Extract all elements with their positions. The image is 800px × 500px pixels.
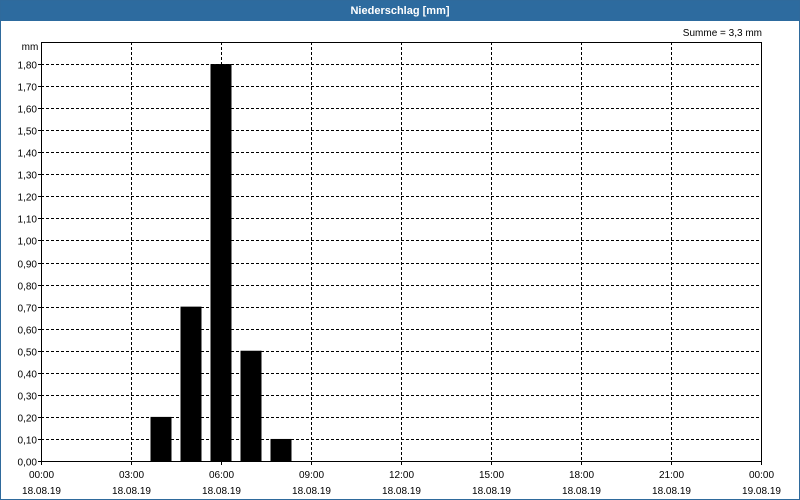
bar [210,64,232,461]
x-tick-date-label: 18.08.19 [472,486,511,497]
x-tick-date-label: 18.08.19 [562,486,601,497]
x-tick-time-label: 12:00 [389,470,414,481]
bar [150,416,172,461]
sum-label: Summe = 3,3 mm [683,28,762,39]
y-tick-label: 1,70 [18,83,38,94]
x-tick-date-label: 18.08.19 [382,486,421,497]
x-tick-time-label: 03:00 [119,470,144,481]
y-tick-label: 1,30 [18,171,38,182]
y-tick-label: 1,00 [18,237,38,248]
y-tick-label: 0,20 [18,414,38,425]
bars [150,64,292,461]
y-tick-label: 0,30 [18,392,38,403]
x-tick-time-label: 00:00 [29,470,54,481]
bar [180,306,202,461]
y-tick-labels: 0,00 0,10 0,20 0,30 0,40 0,50 0,60 0,70 0,80 0,90… [18,61,38,469]
x-tick-date-label: 18.08.19 [292,486,331,497]
x-tick-time-label: 15:00 [479,470,504,481]
y-tick-label: 0,80 [18,282,38,293]
x-tick-time-label: 06:00 [209,470,234,481]
y-tick-label: 0,70 [18,304,38,315]
y-tick-label: 1,10 [18,215,38,226]
x-tick-date-label: 18.08.19 [112,486,151,497]
y-tick-label: 0,40 [18,370,38,381]
x-tick-date-label: 18.08.19 [22,486,61,497]
bar [270,438,292,461]
x-tick-date-label: 18.08.19 [202,486,241,497]
y-axis-unit-label: mm [22,42,39,53]
y-tick-label: 1,20 [18,193,38,204]
axes [38,42,762,465]
bar [240,350,262,461]
y-tick-label: 1,40 [18,149,38,160]
x-tick-time-label: 21:00 [659,470,684,481]
y-tick-label: 0,10 [18,436,38,447]
y-tick-label: 1,60 [18,105,38,116]
y-tick-label: 0,50 [18,348,38,359]
grid [41,42,761,461]
x-tick-time-label: 00:00 [749,470,774,481]
y-tick-label: 0,90 [18,260,38,271]
x-tick-date-label: 19.08.19 [742,486,781,497]
x-tick-time-label: 18:00 [569,470,594,481]
x-tick-date-label: 18.08.19 [652,486,691,497]
x-tick-labels: 00:00 18.08.19 03:00 18.08.19 06:00 18.08.19 0… [22,470,781,497]
x-tick-time-label: 09:00 [299,470,324,481]
y-tick-label: 0,00 [18,458,38,469]
y-tick-label: 0,60 [18,326,38,337]
y-tick-label: 1,50 [18,127,38,138]
precipitation-chart: 0,00 0,10 0,20 0,30 0,40 0,50 0,60 0,70 0,80 0,90… [18,28,782,497]
y-tick-label: 1,80 [18,61,38,72]
